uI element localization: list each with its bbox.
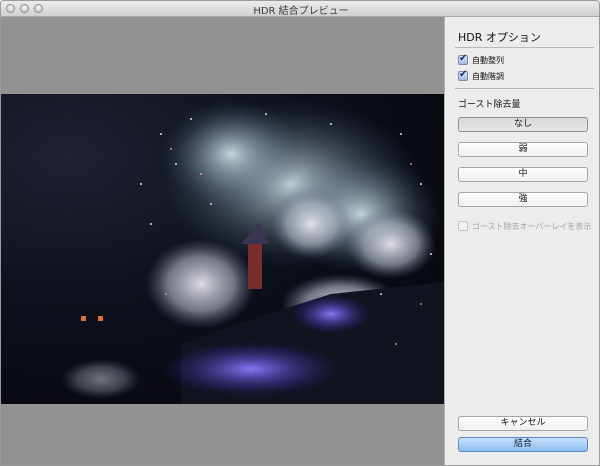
deghost-overlay-option[interactable]: ゴースト除去オーバーレイを表示 [458,220,592,232]
deghost-low-button[interactable]: 弱 [458,142,588,157]
auto-tone-option[interactable]: 自動階調 [458,69,504,82]
auto-align-option[interactable]: 自動整列 [458,53,504,66]
cancel-button[interactable]: キャンセル [458,416,588,431]
hdr-preview-image [1,94,444,404]
divider [455,88,594,89]
auto-align-label: 自動整列 [472,55,504,65]
preview-area [1,17,444,465]
deghost-overlay-checkbox[interactable] [458,221,468,231]
options-heading: HDR オプション [458,31,541,44]
window-title: HDR 結合プレビュー [253,6,349,17]
deghost-overlay-label: ゴースト除去オーバーレイを表示 [472,221,592,231]
auto-tone-label: 自動階調 [472,71,504,81]
hdr-options-panel: HDR オプション 自動整列 自動階調 ゴースト除去量 なし 弱 中 強 ゴース… [444,17,599,465]
deghost-high-button[interactable]: 強 [458,192,588,207]
deghost-none-button[interactable]: なし [458,117,588,132]
hdr-merge-preview-window: HDR 結合プレビュー HDR オプション ✔ 自動整列 ✔ 自動階調 ゴースト… [0,0,600,466]
auto-tone-checkbox[interactable] [458,69,468,81]
divider [455,47,594,48]
title-bar: HDR 結合プレビュー [1,1,599,17]
deghost-medium-button[interactable]: 中 [458,167,588,182]
deghost-amount-label: ゴースト除去量 [458,100,521,110]
auto-align-checkbox[interactable] [458,53,468,65]
merge-button[interactable]: 結合 [458,437,588,452]
fireworks-scene [61,99,444,404]
